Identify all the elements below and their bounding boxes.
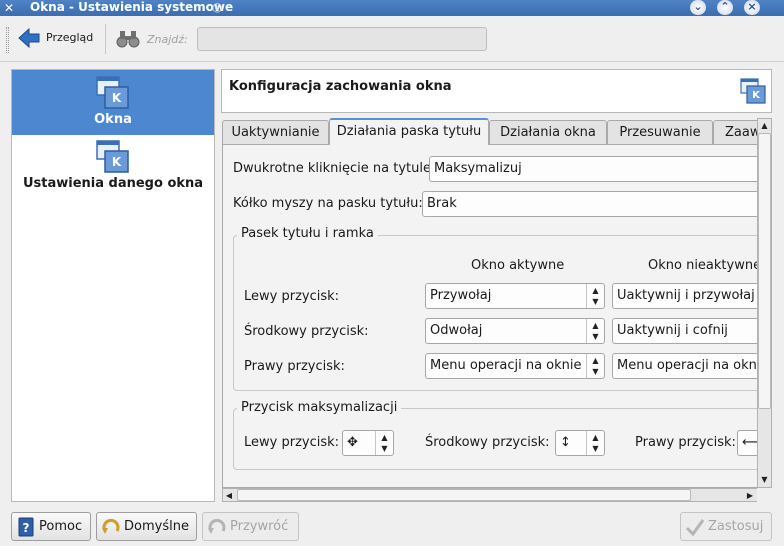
group-title: Przycisk maksymalizacji — [237, 400, 402, 415]
group-title: Pasek tytułu i ramka — [237, 226, 378, 241]
checkmark-icon — [685, 519, 705, 537]
right-click-inactive-select[interactable]: Menu operacji na oknie — [612, 353, 758, 379]
page-title: Konfiguracja zachowania okna — [229, 79, 452, 94]
toolbar-grip[interactable] — [6, 27, 9, 53]
tab-bar: Uaktywnianie Działania paska tytułu Dzia… — [222, 118, 758, 145]
svg-text:K: K — [112, 155, 122, 169]
apply-button[interactable]: Zastosuj — [680, 512, 772, 541]
sidebar-item-windows[interactable]: K Okna — [12, 70, 214, 135]
middle-click-active-select[interactable]: Odwołaj ▲ ▼ — [425, 318, 605, 344]
scroll-right-icon[interactable]: ▶ — [745, 490, 755, 501]
scroll-thumb[interactable] — [758, 133, 771, 409]
row-label: Środkowy przycisk: — [425, 435, 550, 450]
find-label: Znajdź: — [147, 33, 188, 46]
overview-back-button[interactable]: Przegląd — [16, 26, 96, 52]
right-click-active-select[interactable]: Menu operacji na oknie ▲ ▼ — [425, 353, 605, 379]
spin-arrows-icon: ▲ ▼ — [586, 284, 604, 308]
swirl-icon: ◎ — [212, 0, 223, 14]
sidebar-item-label: Okna — [94, 112, 132, 127]
spin-arrows-icon: ▲ ▼ — [586, 431, 604, 455]
sidebar-item-window-specific[interactable]: K Ustawienia danego okna — [12, 135, 214, 197]
wheel-select[interactable]: Brak — [422, 191, 758, 217]
scroll-corner — [757, 488, 772, 502]
row-label: Prawy przycisk: — [635, 435, 736, 450]
search-input[interactable] — [197, 27, 487, 51]
svg-text:K: K — [112, 91, 122, 105]
double-click-select[interactable]: Maksymalizuj — [429, 156, 758, 182]
window-titlebar[interactable]: ✕ Okna - Ustawienia systemowe ◎ ⌄ ⌃ × — [0, 0, 784, 16]
close-button[interactable]: × — [744, 0, 760, 15]
tab-advanced[interactable]: Zaaw — [713, 120, 758, 145]
window-specific-icon: K — [96, 140, 129, 173]
wheel-label: Kółko myszy na pasku tytułu: — [233, 196, 423, 211]
help-button[interactable]: ? Pomoc — [11, 512, 91, 541]
column-header-inactive: Okno nieaktywne — [648, 258, 758, 273]
window-title: Okna - Ustawienia systemowe — [30, 0, 234, 14]
scroll-thumb[interactable] — [237, 489, 691, 501]
tab-moving[interactable]: Przesuwanie — [607, 120, 713, 145]
toolbar: Przegląd Znajdź: — [0, 17, 784, 62]
svg-text:K: K — [752, 90, 761, 101]
spin-arrows-icon: ▲ ▼ — [375, 431, 393, 455]
left-click-inactive-select[interactable]: Uaktywnij i przywołaj — [612, 283, 758, 309]
row-label: Środkowy przycisk: — [244, 324, 369, 339]
row-label: Prawy przycisk: — [244, 359, 345, 374]
toolbar-separator — [105, 24, 106, 54]
maximize-middle-select[interactable]: ↕ ▲ ▼ — [555, 430, 605, 456]
double-click-label: Dwukrotne kliknięcie na tytule: — [233, 161, 436, 176]
overview-label: Przegląd — [46, 31, 94, 44]
module-header: Konfiguracja zachowania okna K — [221, 69, 772, 113]
vertical-scrollbar[interactable]: ▲ ▼ — [757, 118, 772, 488]
horizontal-scrollbar[interactable]: ◀ ▶ — [222, 488, 758, 502]
tools-icon: ✕ — [4, 1, 15, 15]
defaults-button[interactable]: Domyślne — [96, 512, 197, 541]
module-list: K Okna K Ustawienia danego okna — [11, 69, 215, 502]
reset-arrow-icon — [208, 518, 226, 534]
window-settings-icon: K — [740, 78, 766, 104]
row-label: Lewy przycisk: — [244, 435, 340, 450]
reset-button[interactable]: Przywróć — [202, 512, 299, 541]
middle-click-inactive-select[interactable]: Uaktywnij i cofnij — [612, 318, 758, 344]
scroll-up-icon[interactable]: ▲ — [760, 121, 769, 131]
maximize-button[interactable]: ⌃ — [717, 0, 733, 15]
scroll-left-icon[interactable]: ◀ — [224, 490, 234, 501]
tab-titlebar-actions[interactable]: Działania paska tytułu — [329, 118, 489, 145]
arrow-left-icon — [18, 28, 40, 48]
maximize-right-select[interactable]: ⟷ — [737, 430, 758, 456]
sidebar-item-label: Ustawienia danego okna — [22, 176, 204, 191]
spin-arrows-icon: ▲ ▼ — [586, 354, 604, 378]
scroll-down-icon[interactable]: ▼ — [760, 475, 769, 485]
row-label: Lewy przycisk: — [244, 289, 340, 304]
maximize-left-select[interactable]: ✥ ▲ ▼ — [342, 430, 394, 456]
tab-activation[interactable]: Uaktywnianie — [222, 120, 329, 145]
tab-window-actions[interactable]: Działania okna — [489, 120, 607, 145]
left-click-active-select[interactable]: Przywołaj ▲ ▼ — [425, 283, 605, 309]
spin-arrows-icon: ▲ ▼ — [586, 319, 604, 343]
window-settings-icon: K — [96, 76, 129, 109]
tab-panel: Dwukrotne kliknięcie na tytule: Maksymal… — [222, 144, 758, 488]
svg-text:?: ? — [23, 521, 30, 535]
help-book-icon: ? — [18, 517, 34, 537]
minimize-button[interactable]: ⌄ — [690, 0, 706, 15]
undo-arrow-icon — [102, 518, 120, 534]
binoculars-icon — [116, 31, 140, 48]
column-header-active: Okno aktywne — [471, 258, 565, 273]
